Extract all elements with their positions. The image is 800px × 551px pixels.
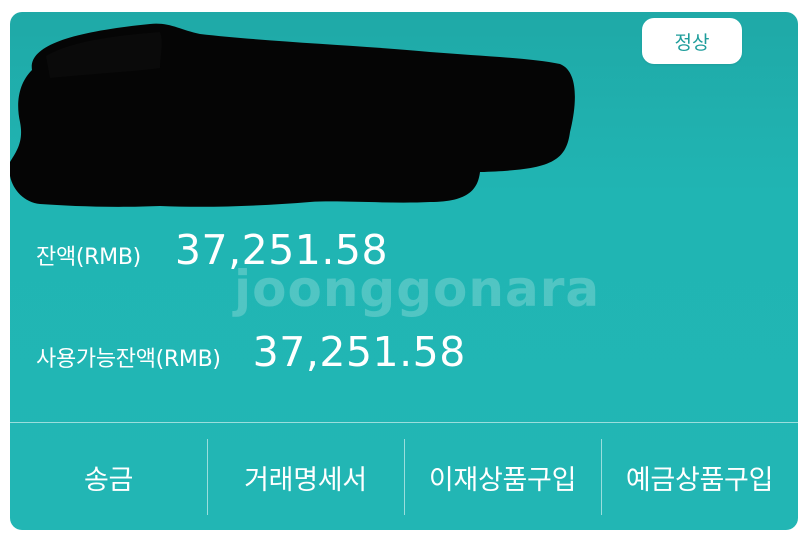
- available-balance-value: 37,251.58: [252, 328, 466, 376]
- available-balance-label: 사용가능잔액(RMB): [36, 347, 221, 372]
- redacted-account-name: [10, 23, 575, 207]
- available-balance-row: 사용가능잔액(RMB) 37,251.58: [36, 328, 466, 376]
- balance-label: 잔액(RMB): [36, 245, 141, 270]
- transaction-statement-button[interactable]: 거래명세서: [207, 423, 404, 530]
- balance-row: 잔액(RMB) 37,251.58: [36, 226, 388, 274]
- balance-value: 37,251.58: [174, 226, 389, 274]
- wealth-product-purchase-button[interactable]: 이재상품구입: [404, 423, 601, 530]
- transfer-button[interactable]: 송금: [10, 423, 207, 530]
- deposit-product-purchase-button[interactable]: 예금상품구입: [601, 423, 798, 530]
- account-card: 정상 joonggonara 잔액(RMB) 37,251.58 사용가능잔액(…: [10, 12, 798, 530]
- action-bar: 송금 거래명세서 이재상품구입 예금상품구입: [10, 422, 798, 530]
- status-badge: 정상: [642, 18, 742, 64]
